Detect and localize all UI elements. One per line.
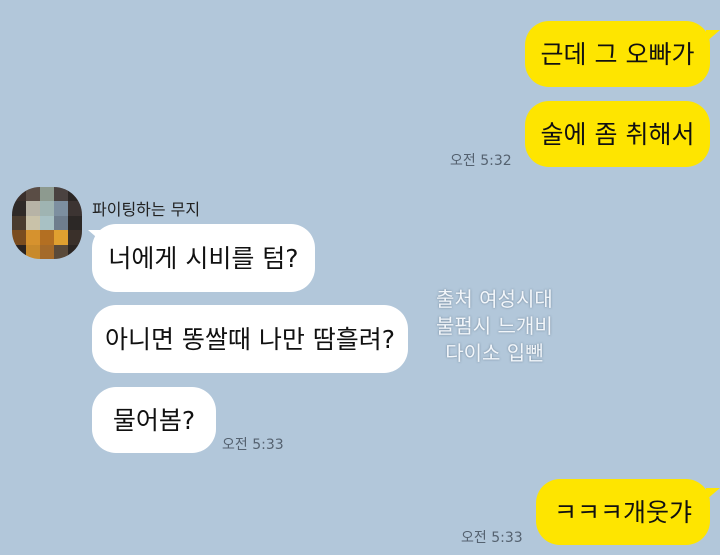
their-message-text-2: 아니면 똥쌀때 나만 땀흘려? (104, 324, 396, 354)
their-message-bubble-3[interactable]: 물어봄? (92, 387, 216, 453)
watermark-line-1: 출처 여성시대 (436, 287, 553, 311)
message-timestamp: 오전 5:32 (450, 153, 512, 169)
my-message-text-2: 술에 좀 취해서 (540, 119, 695, 149)
my-message-bubble-3[interactable]: ㅋㅋㅋ개웃갸 (536, 479, 710, 545)
profile-avatar[interactable] (12, 187, 82, 259)
my-message-text-3: ㅋㅋㅋ개웃갸 (553, 497, 692, 527)
sender-name: 파이팅하는 무지 (92, 200, 201, 219)
watermark-line-3: 다이소 입뺀 (445, 341, 544, 365)
my-bubble-tail (706, 30, 720, 42)
their-message-bubble-2[interactable]: 아니면 똥쌀때 나만 땀흘려? (92, 305, 408, 373)
their-message-text-1: 너에게 시비를 텀? (108, 243, 299, 273)
message-timestamp: 오전 5:33 (222, 437, 284, 453)
their-message-bubble-1[interactable]: 너에게 시비를 텀? (92, 224, 315, 292)
my-message-bubble-1[interactable]: 근데 그 오빠가 (525, 21, 710, 87)
my-bubble-tail (706, 488, 720, 500)
my-message-bubble-2[interactable]: 술에 좀 취해서 (525, 101, 710, 167)
my-message-text-1: 근데 그 오빠가 (540, 39, 695, 69)
message-timestamp: 오전 5:33 (461, 530, 523, 546)
watermark-line-2: 불펌시 느개비 (436, 314, 553, 338)
their-message-text-3: 물어봄? (112, 405, 196, 435)
watermark-text: 출처 여성시대 불펌시 느개비 다이소 입뺀 (436, 286, 553, 367)
